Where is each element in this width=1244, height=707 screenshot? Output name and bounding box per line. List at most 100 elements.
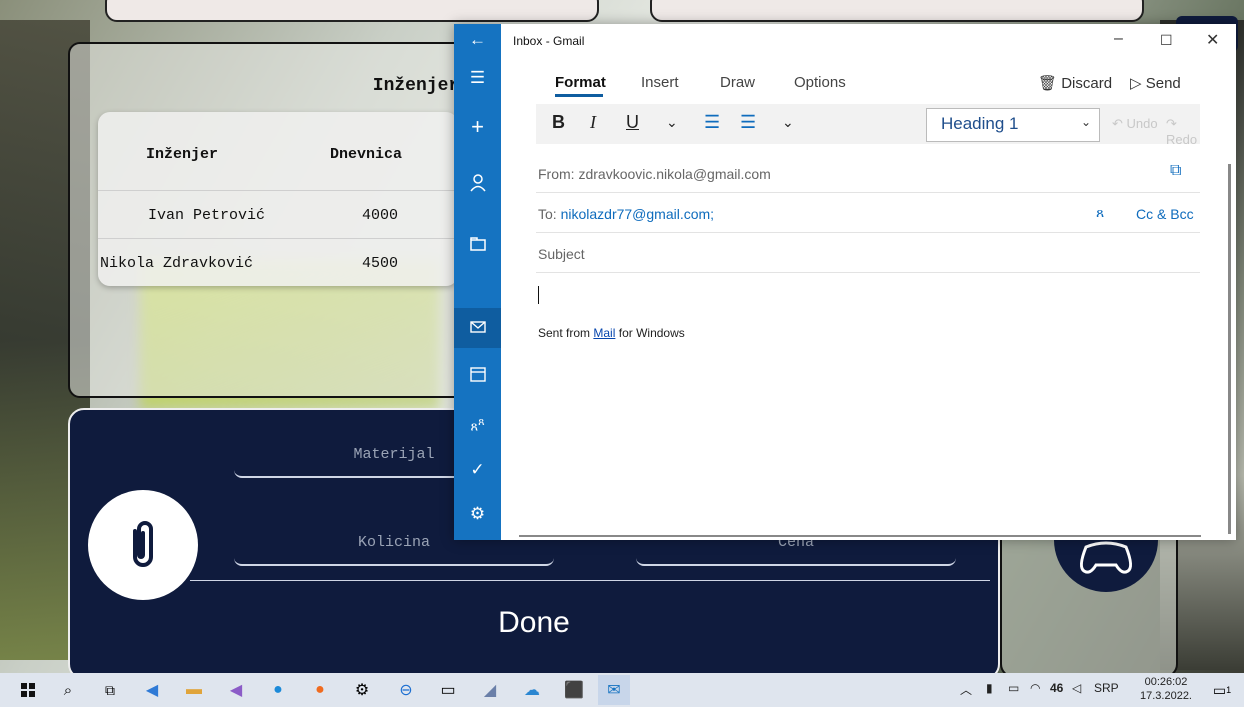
notification-count: 1 — [1226, 685, 1232, 695]
teams-icon[interactable]: ⬛ — [562, 678, 586, 702]
minimize-icon[interactable]: – — [1114, 30, 1123, 48]
bullet-list-icon[interactable]: ☰ — [704, 112, 720, 133]
from-divider — [536, 192, 1200, 193]
redo-icon: ↷ — [1166, 116, 1177, 131]
send-button[interactable]: ▷ Send — [1130, 74, 1181, 92]
clock-time: 00:26:02 — [1144, 676, 1188, 688]
engineer-wage: 4500 — [362, 255, 399, 272]
list-options-chevron-icon[interactable]: ⌄ — [782, 114, 794, 131]
subject-divider — [536, 272, 1200, 273]
engineer-name: Ivan Petrović — [148, 207, 266, 224]
top-card-left — [105, 0, 599, 22]
firefox-icon[interactable]: ● — [308, 678, 332, 702]
body-scrollbar[interactable] — [1228, 164, 1231, 534]
signature-suffix: for Windows — [618, 326, 685, 340]
calendar-icon[interactable] — [454, 366, 501, 387]
contact-picker-icon[interactable]: ጸ — [1096, 204, 1104, 221]
language-indicator[interactable]: SRP — [1094, 681, 1119, 695]
from-field[interactable]: From: zdravkoovic.nikola@gmail.com — [538, 166, 771, 182]
top-card-right — [650, 0, 1144, 22]
tab-format[interactable]: Format — [555, 74, 606, 91]
style-chevron-icon: ⌄ — [1080, 115, 1091, 129]
controller-icon — [1079, 541, 1133, 574]
discard-button[interactable]: 🗑 Discard — [1038, 74, 1112, 92]
mail-icon[interactable] — [454, 318, 501, 338]
notifications-icon[interactable]: ▭ 1 — [1210, 678, 1234, 702]
table-row[interactable]: Nikola Zdravković 4500 — [98, 238, 458, 287]
cc-bcc-button[interactable]: Cc & Bcc — [1136, 206, 1194, 222]
redo-button[interactable]: ↷ Redo — [1166, 116, 1200, 147]
redo-label: Redo — [1166, 132, 1198, 147]
material-placeholder: Materijal — [353, 446, 435, 463]
bold-button[interactable]: B — [552, 112, 565, 133]
back-icon[interactable]: ← — [454, 30, 501, 50]
settings-icon[interactable]: ⚙ — [454, 504, 501, 524]
to-field[interactable]: To: nikolazdr77@gmail.com; — [538, 206, 714, 222]
azure-storage-icon[interactable]: ☁ — [520, 678, 544, 702]
engineer-name: Nikola Zdravković — [100, 255, 254, 272]
format-toolbar: B I U ⌄ ☰ ☰ ⌄ Heading 1 ⌄ ↶ Undo ↷ Redo — [536, 104, 1200, 147]
edge-icon[interactable]: ● — [266, 678, 290, 702]
tray-overflow-icon[interactable]: ︿ — [960, 681, 972, 698]
active-tab-indicator — [555, 94, 603, 97]
mail-app-icon[interactable]: ✉ — [598, 675, 630, 705]
menu-icon[interactable]: ☰ — [454, 68, 501, 88]
table-row[interactable]: Ivan Petrović 4000 — [98, 190, 458, 239]
folder-icon[interactable] — [454, 236, 501, 256]
new-mail-icon[interactable]: + — [454, 114, 501, 140]
mail-window: ← ☰ + ጸጸ ✓ ⚙ Inbox - Gmail – ☐ ✕ Format … — [454, 24, 1236, 540]
done-button[interactable]: Done — [70, 606, 998, 640]
temperature-value[interactable]: 46 — [1050, 681, 1063, 695]
engineers-card: Inženjeri Inženjer Dnevnica Ivan Petrovi… — [68, 42, 492, 398]
engineers-table: Inženjer Dnevnica Ivan Petrović 4000 Nik… — [98, 112, 458, 286]
italic-button[interactable]: I — [590, 112, 596, 133]
column-header-engineer: Inženjer — [146, 146, 219, 163]
numbered-list-icon[interactable]: ☰ — [740, 112, 756, 133]
discard-label: Discard — [1061, 75, 1113, 92]
tab-draw[interactable]: Draw — [720, 74, 755, 91]
settings-app-icon[interactable]: ⚙ — [350, 678, 374, 702]
search-icon[interactable]: ⌕ — [56, 678, 80, 702]
text-cursor — [538, 286, 539, 304]
popout-icon[interactable]: ⧉ — [1170, 162, 1181, 180]
todo-icon[interactable]: ✓ — [454, 460, 501, 480]
terminal-icon[interactable]: ▭ — [436, 678, 460, 702]
side-card — [1000, 520, 1178, 678]
underline-button[interactable]: U — [626, 112, 639, 133]
app-icon[interactable]: ◢ — [478, 678, 502, 702]
task-view-icon[interactable]: ⧉ — [98, 678, 122, 702]
file-explorer-icon[interactable]: ▬ — [182, 678, 206, 702]
paragraph-style-select[interactable]: Heading 1 ⌄ — [926, 108, 1100, 142]
taskbar: ⌕ ⧉ ◀ ▬ ◀ ● ● ⚙ ⊖ ▭ ◢ ☁ ⬛ ✉ ︿ ▮ ▭ ◠ 46 ◁… — [0, 673, 1244, 707]
visual-studio-icon[interactable]: ◀ — [224, 678, 248, 702]
battery-icon[interactable]: ▭ — [1008, 681, 1019, 695]
wifi-icon[interactable]: ◠ — [1030, 681, 1040, 695]
engineer-wage: 4000 — [362, 207, 399, 224]
font-options-chevron-icon[interactable]: ⌄ — [666, 114, 678, 131]
undo-icon: ↶ — [1112, 116, 1123, 131]
microphone-icon[interactable]: ▮ — [986, 681, 993, 695]
engineers-title: Inženjeri — [372, 76, 470, 96]
close-icon[interactable]: ✕ — [1206, 30, 1219, 50]
send-icon: ▷ — [1130, 75, 1142, 92]
to-divider — [536, 232, 1200, 233]
attach-button[interactable] — [88, 490, 198, 600]
tab-options[interactable]: Options — [794, 74, 846, 91]
start-icon[interactable] — [16, 678, 40, 702]
vscode-icon[interactable]: ◀ — [140, 678, 164, 702]
people-icon[interactable]: ጸጸ — [454, 416, 501, 434]
undo-button[interactable]: ↶ Undo — [1112, 116, 1158, 132]
maximize-icon[interactable]: ☐ — [1160, 32, 1173, 49]
clock[interactable]: 00:26:02 17.3.2022. — [1140, 675, 1192, 703]
quantity-placeholder: Kolicina — [357, 534, 430, 551]
tab-insert[interactable]: Insert — [641, 74, 679, 91]
body-bottom-border — [519, 535, 1201, 537]
subject-input[interactable]: Subject — [538, 246, 585, 262]
to-recipient[interactable]: nikolazdr77@gmail.com; — [561, 206, 715, 222]
account-icon[interactable] — [454, 174, 501, 197]
teamviewer-icon[interactable]: ⊖ — [394, 678, 418, 702]
signature-link[interactable]: Mail — [593, 326, 615, 340]
column-header-wage: Dnevnica — [330, 146, 403, 163]
volume-icon[interactable]: ◁ — [1072, 681, 1081, 695]
clock-date: 17.3.2022. — [1140, 690, 1192, 702]
